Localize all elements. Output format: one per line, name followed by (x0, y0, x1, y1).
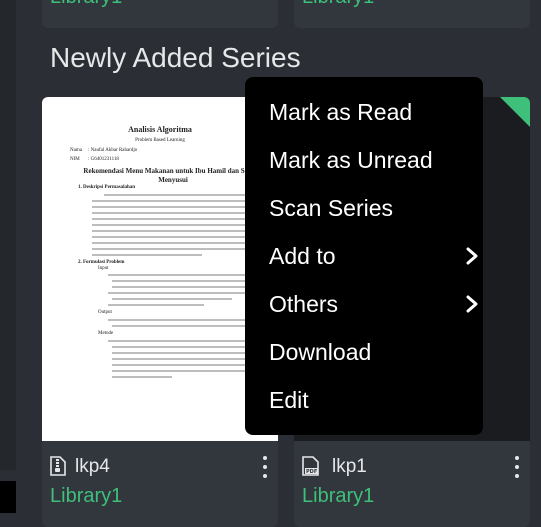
doc-text-line (108, 292, 264, 294)
doc-text-line (108, 304, 204, 306)
library-link[interactable]: Library1 (50, 485, 122, 508)
series-title[interactable]: lkp4 (75, 456, 110, 478)
doc-nim-label: NIM (70, 157, 80, 162)
series-card-top-right[interactable]: Library1 (294, 0, 530, 28)
menu-item-label: Mark as Unread (269, 147, 433, 173)
doc-title: Analisis Algoritma (128, 125, 192, 134)
doc-text-line (112, 298, 232, 300)
doc-subtitle: Problem Based Learning (135, 138, 185, 143)
new-badge (500, 97, 530, 127)
context-menu: Mark as Read Mark as Unread Scan Series … (245, 77, 483, 435)
doc-metode-label: Metode (98, 331, 114, 336)
doc-text-line (92, 236, 264, 238)
menu-item-label: Others (269, 291, 339, 317)
library-link[interactable]: Library1 (50, 0, 122, 9)
doc-text-line (92, 230, 264, 232)
doc-nama-label: Nama (70, 148, 82, 153)
doc-text-line (112, 358, 264, 360)
library-link[interactable]: Library1 (302, 0, 374, 9)
doc-text-line (112, 325, 252, 327)
doc-text-line (112, 376, 172, 378)
doc-input-label: Input (98, 266, 109, 271)
series-card-top-left[interactable]: Library1 (42, 0, 278, 28)
doc-text-line (108, 319, 264, 321)
doc-text-line (92, 212, 264, 214)
doc-text-line (92, 200, 264, 202)
doc-text-line (92, 242, 264, 244)
menu-item-label: Edit (269, 387, 309, 413)
menu-item-scan-series[interactable]: Scan Series (269, 188, 469, 228)
svg-text:PDF: PDF (306, 469, 317, 475)
menu-item-mark-as-read[interactable]: Mark as Read (269, 92, 469, 132)
menu-item-label: Download (269, 339, 372, 365)
menu-item-edit[interactable]: Edit (269, 380, 469, 420)
doc-output-label: Output (98, 310, 112, 315)
doc-text-line (92, 254, 202, 256)
doc-text-line (112, 370, 264, 372)
doc-text-line (112, 286, 264, 288)
doc-text-line (92, 206, 264, 208)
doc-text-line (104, 194, 264, 196)
more-options-icon[interactable] (256, 456, 274, 478)
doc-text-line (92, 224, 264, 226)
menu-item-download[interactable]: Download (269, 332, 469, 372)
series-card-lkp4[interactable]: Analisis Algoritma Problem Based Learnin… (42, 97, 278, 527)
doc-text-line (112, 280, 264, 282)
menu-item-label: Scan Series (269, 195, 394, 221)
doc-text-line (108, 340, 264, 342)
library-link[interactable]: Library1 (302, 485, 374, 508)
doc-section-1: 1. Deskripsi Permasalahan (78, 185, 136, 190)
menu-item-others[interactable]: Others (269, 284, 478, 324)
doc-nama-value: : Naufal Akbar Rahardjo (88, 148, 138, 153)
chevron-right-icon (466, 295, 478, 313)
pdf-file-icon: PDF (302, 456, 319, 476)
archive-file-icon (50, 456, 66, 476)
doc-text-line (108, 274, 264, 276)
menu-item-label: Mark as Read (269, 99, 413, 125)
more-options-icon[interactable] (508, 456, 526, 478)
menu-item-add-to[interactable]: Add to (269, 236, 478, 276)
series-title[interactable]: lkp1 (332, 456, 367, 478)
doc-text-line (112, 346, 264, 348)
doc-text-line (92, 248, 264, 250)
doc-text-line (112, 352, 264, 354)
doc-heading: Rekomendasi Menu Makanan untuk Ibu Hamil… (83, 167, 263, 184)
section-title: Newly Added Series (50, 42, 301, 73)
side-panel (0, 0, 16, 470)
bottom-left-block (0, 481, 16, 513)
chevron-right-icon (466, 247, 478, 265)
menu-item-mark-as-unread[interactable]: Mark as Unread (269, 140, 469, 180)
doc-nim-value: : G6401231118 (88, 157, 119, 162)
series-thumbnail[interactable]: Analisis Algoritma Problem Based Learnin… (42, 97, 278, 441)
menu-item-label: Add to (269, 243, 336, 269)
doc-text-line (92, 218, 264, 220)
doc-text-line (112, 364, 264, 366)
doc-section-2: 2. Formulasi Problem (78, 260, 125, 265)
